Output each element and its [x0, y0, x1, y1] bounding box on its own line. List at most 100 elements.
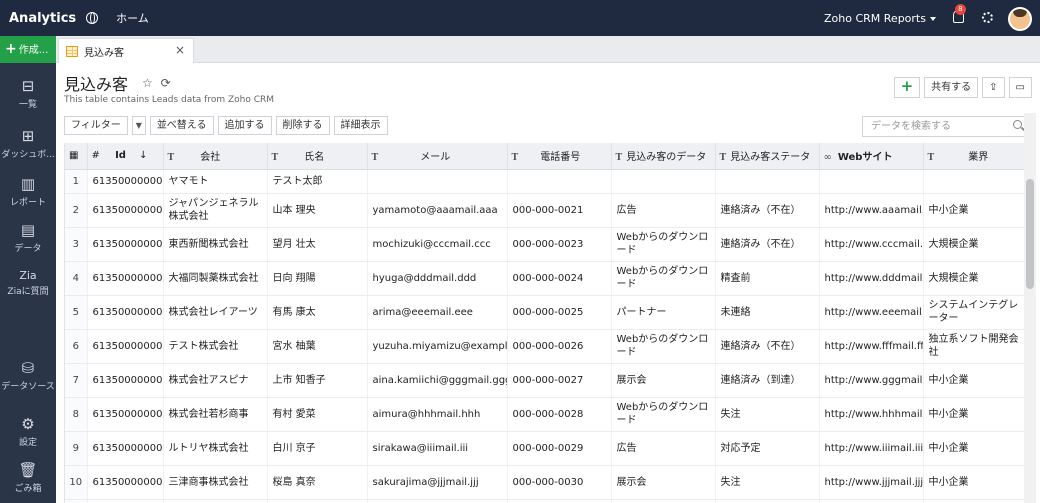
table-cell-status[interactable] — [715, 499, 820, 503]
table-cell-phone[interactable]: 000-000-0023 — [507, 227, 612, 262]
table-cell-email[interactable]: sakurajima@jjjmail.jjj — [367, 465, 508, 500]
refresh-icon[interactable]: ⟳ — [161, 76, 171, 90]
table-cell-n[interactable]: 1 — [65, 169, 88, 194]
table-cell-n[interactable]: 3 — [65, 227, 88, 262]
table-scrollbar[interactable] — [1024, 113, 1036, 503]
table-cell-status[interactable]: 連絡済み（不在） — [715, 227, 820, 262]
table-cell-phone[interactable]: 000-000-0027 — [507, 363, 612, 398]
sidebar-item-trash[interactable]: 🗑 ごみ箱 — [0, 461, 56, 494]
table-row[interactable]: 1061350000000092三津商事株式会社桜島 真奈sakurajima@… — [65, 465, 1024, 500]
column-header-lead-status[interactable]: T 見込み客ステータ — [715, 143, 820, 170]
table-cell-company[interactable]: テスト株式会社 — [163, 329, 268, 364]
sidebar-item-reports[interactable]: ▥ レポート — [0, 175, 56, 208]
table-cell-phone[interactable]: 000-000-0024 — [507, 261, 612, 296]
sidebar-item-dashboards[interactable]: ⊞ ダッシュボ... — [0, 127, 56, 160]
table-cell-n[interactable]: 8 — [65, 397, 88, 432]
table-cell-name[interactable]: テスト 船井 — [267, 499, 368, 503]
close-icon[interactable]: × — [175, 43, 185, 57]
table-cell-name[interactable]: 望月 壮太 — [267, 227, 368, 262]
table-cell-id[interactable]: 61350000000092 — [87, 261, 164, 296]
globe-icon[interactable] — [86, 12, 99, 24]
table-cell-name[interactable]: 山本 理央 — [267, 193, 368, 228]
table-cell-company[interactable]: 株式会社レイアーツ — [163, 295, 268, 330]
table-cell-id[interactable]: 61350000000092 — [87, 295, 164, 330]
table-cell-n[interactable]: 10 — [65, 465, 88, 500]
column-header-id[interactable]: # Id ↓ — [87, 143, 164, 170]
table-cell-id[interactable]: 613500000009! — [87, 169, 164, 194]
table-cell-name[interactable]: 日向 翔陽 — [267, 261, 368, 296]
add-icon[interactable]: + — [893, 77, 921, 98]
column-header-name[interactable]: T 氏名 — [267, 143, 368, 170]
table-cell-phone[interactable]: 000-000-0028 — [507, 397, 612, 432]
column-header-lead-source[interactable]: T 見込み客のデータ — [611, 143, 716, 170]
table-cell-phone[interactable]: 000-000-0021 — [507, 193, 612, 228]
table-cell-phone[interactable]: 000-000-0029 — [507, 431, 612, 466]
table-cell-id[interactable]: 61350000000092 — [87, 193, 164, 228]
column-header-website[interactable]: ∞ Webサイト — [819, 143, 924, 170]
table-cell-status[interactable]: 精査前 — [715, 261, 820, 296]
table-cell-industry[interactable] — [923, 169, 1024, 194]
table-cell-name[interactable]: 上市 知香子 — [267, 363, 368, 398]
table-cell-email[interactable]: hyuga@dddmail.ddd — [367, 261, 508, 296]
table-cell-status[interactable]: 連絡済み（到達） — [715, 363, 820, 398]
gear-icon[interactable] — [982, 12, 993, 23]
table-cell-n[interactable]: 4 — [65, 261, 88, 296]
table-row[interactable]: 961350000000092ルトリヤ株式会社白川 京子sirakawa@iii… — [65, 431, 1024, 466]
table-cell-industry[interactable]: システムインテグレーター — [923, 295, 1024, 330]
table-cell-id[interactable]: 61350000000092 — [87, 329, 164, 364]
table-cell-source[interactable]: 展示会 — [611, 363, 716, 398]
table-cell-name[interactable]: 有馬 康太 — [267, 295, 368, 330]
table-cell-company[interactable]: 株式会社若杉商事 — [163, 397, 268, 432]
table-cell-source[interactable]: Webからのダウンロード — [611, 227, 716, 262]
table-cell-web[interactable]: http://www.dddmail.ddd — [819, 261, 924, 296]
table-cell-status[interactable]: 未連絡 — [715, 295, 820, 330]
table-cell-industry[interactable]: 中小企業 — [923, 363, 1024, 398]
table-cell-source[interactable]: 広告 — [611, 431, 716, 466]
table-cell-phone[interactable]: 000-000-0030 — [507, 465, 612, 500]
table-cell-web[interactable]: http://www.fffmail.fff — [819, 329, 924, 364]
home-link[interactable]: ホーム — [116, 10, 149, 26]
table-cell-source[interactable] — [611, 499, 716, 503]
table-cell-status[interactable]: 失注 — [715, 397, 820, 432]
table-row[interactable]: 1613500000009!ヤマモトテスト太郎 — [65, 169, 1024, 194]
table-cell-name[interactable]: テスト太郎 — [267, 169, 368, 194]
table-cell-phone[interactable]: 000-000-0025 — [507, 295, 612, 330]
table-cell-id[interactable]: 61350000000092 — [87, 397, 164, 432]
comment-icon[interactable]: ▭ — [1008, 77, 1032, 98]
delete-button[interactable]: 削除する — [275, 116, 330, 135]
table-cell-name[interactable]: 有村 愛菜 — [267, 397, 368, 432]
table-cell-name[interactable]: 桜島 真奈 — [267, 465, 368, 500]
details-button[interactable]: 詳細表示 — [333, 116, 388, 135]
table-cell-company[interactable]: ささがわくりにっく — [163, 499, 268, 503]
table-cell-company[interactable]: 株式会社アスピナ — [163, 363, 268, 398]
table-cell-industry[interactable]: 大規模企業 — [923, 261, 1024, 296]
table-cell-web[interactable]: http://www.eeemail.eee — [819, 295, 924, 330]
column-header-company[interactable]: T 会社 — [163, 143, 268, 170]
table-cell-web[interactable] — [819, 169, 924, 194]
table-cell-web[interactable]: http://www.aaamail.aaa — [819, 193, 924, 228]
table-cell-industry[interactable]: 中小企業 — [923, 193, 1024, 228]
table-cell-web[interactable]: http://www.jjjmail.jjj — [819, 465, 924, 500]
column-header-industry[interactable]: T 業界 — [923, 143, 1024, 170]
table-cell-status[interactable]: 連絡済み（不在） — [715, 329, 820, 364]
export-icon[interactable]: ⇪ — [982, 77, 1005, 98]
table-cell-status[interactable]: 失注 — [715, 465, 820, 500]
table-cell-email[interactable]: sss@cc.jp — [367, 499, 508, 503]
table-cell-n[interactable]: 7 — [65, 363, 88, 398]
sidebar-item-settings[interactable]: ⚙ 設定 — [0, 415, 56, 448]
table-cell-source[interactable]: Webからのダウンロード — [611, 397, 716, 432]
chevron-down-icon[interactable]: ▼ — [131, 116, 146, 135]
table-cell-status[interactable] — [715, 169, 820, 194]
table-cell-status[interactable]: 連絡済み（不在） — [715, 193, 820, 228]
table-cell-status[interactable]: 対応予定 — [715, 431, 820, 466]
avatar[interactable] — [1008, 7, 1032, 31]
table-cell-email[interactable]: aina.kamiichi@gggmail.ggg — [367, 363, 508, 398]
workspace-selector[interactable]: Zoho CRM Reports — [824, 12, 936, 25]
search-input[interactable]: データを検索する — [862, 116, 1028, 137]
table-cell-source[interactable]: 展示会 — [611, 465, 716, 500]
table-cell-id[interactable]: 61350000000092 — [87, 363, 164, 398]
table-cell-name[interactable]: 白川 京子 — [267, 431, 368, 466]
table-cell-web[interactable] — [819, 499, 924, 503]
table-cell-id[interactable]: 61350000000092 — [87, 431, 164, 466]
table-cell-phone[interactable] — [507, 169, 612, 194]
